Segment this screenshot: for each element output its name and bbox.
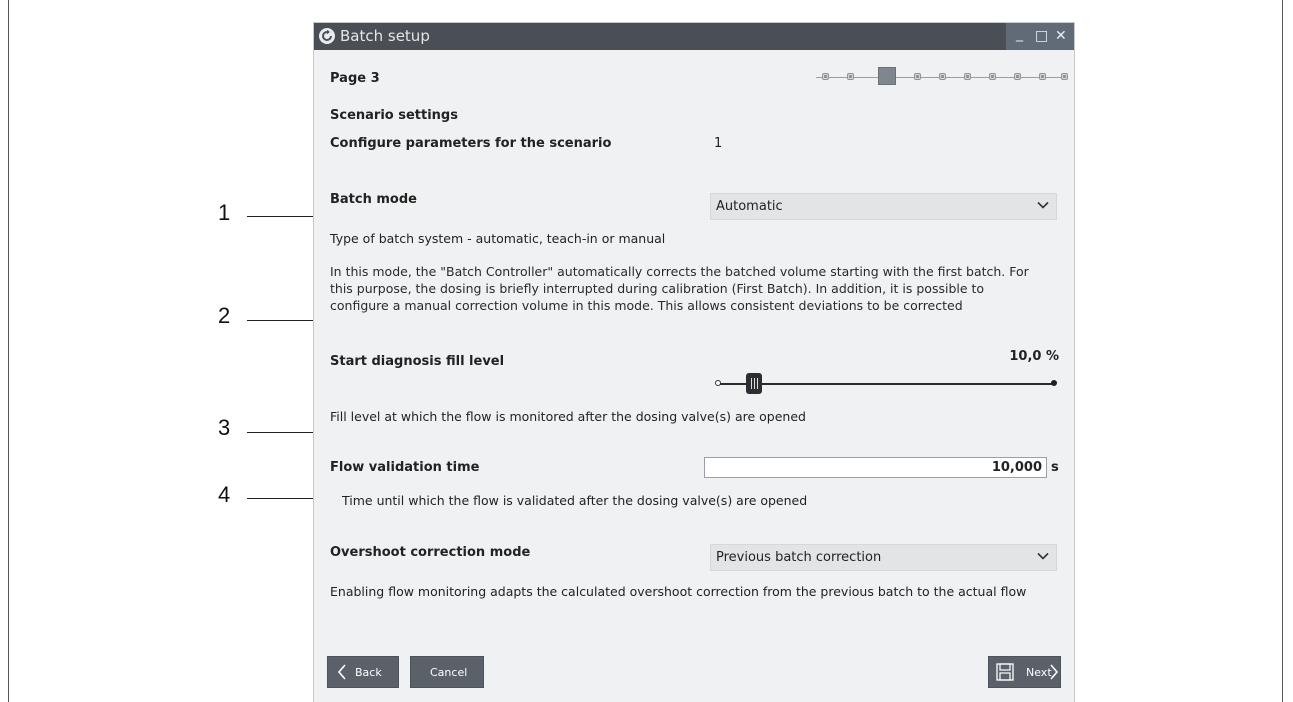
refresh-circle-icon [318,27,336,45]
chevron-down-icon [1036,549,1050,563]
overshoot-correction-help: Enabling flow monitoring adapts the calc… [330,584,1027,599]
back-button[interactable]: Back [327,656,399,688]
step-dot-4[interactable] [914,73,921,80]
batch-mode-dropdown[interactable]: Automatic [710,193,1057,220]
batch-setup-window: Batch setup _ □ ✕ Page 3 Scenario settin… [313,22,1075,702]
step-dot-7[interactable] [989,73,996,80]
close-button[interactable]: ✕ [1055,28,1067,44]
page-frame-left [8,0,9,702]
callout-2: 2 [218,303,231,328]
callout-1: 1 [218,200,231,225]
batch-mode-description-line-3: configure a manual correction volume in … [330,298,963,313]
start-diagnosis-label: Start diagnosis fill level [330,354,505,369]
maximize-button[interactable]: □ [1035,28,1048,44]
callout-3: 3 [218,415,231,440]
start-diagnosis-slider-track[interactable] [718,383,1054,385]
start-diagnosis-value: 10,0 % [1009,349,1059,364]
overshoot-correction-selected: Previous batch correction [716,550,882,565]
chevron-down-icon [1036,198,1050,212]
configure-parameters-label: Configure parameters for the scenario [330,136,612,151]
cancel-button-label: Cancel [430,666,468,679]
cancel-button[interactable]: Cancel [410,656,484,688]
chevron-left-icon [337,664,347,683]
title-bar[interactable]: Batch setup _ □ ✕ [314,23,1074,50]
step-dot-3-current[interactable] [878,67,896,85]
save-icon [996,663,1014,684]
overshoot-correction-label: Overshoot correction mode [330,545,531,560]
step-dot-10[interactable] [1061,73,1068,80]
flow-validation-input[interactable]: 10,000 [704,457,1047,478]
next-button-label: Next [1026,666,1052,679]
flow-validation-label: Flow validation time [330,460,480,475]
callout-4: 4 [218,482,231,507]
flow-validation-value: 10,000 [991,460,1042,475]
slider-min-marker [715,380,721,386]
step-dot-6[interactable] [964,73,971,80]
batch-mode-description-line-1: In this mode, the "Batch Controller" aut… [330,264,1029,279]
window-title: Batch setup [340,27,430,45]
overshoot-correction-dropdown[interactable]: Previous batch correction [710,544,1057,571]
slider-max-marker [1051,380,1057,386]
next-button[interactable]: Next [988,656,1061,688]
chevron-right-icon [1049,664,1059,683]
batch-mode-label: Batch mode [330,192,417,207]
page-stepper [812,67,1074,87]
window-controls: _ □ ✕ [1006,23,1074,50]
batch-mode-description: In this mode, the "Batch Controller" aut… [330,263,1050,314]
step-dot-1[interactable] [822,73,829,80]
batch-mode-help: Type of batch system - automatic, teach-… [330,231,666,246]
start-diagnosis-help: Fill level at which the flow is monitore… [330,409,806,424]
page-label: Page 3 [330,71,380,86]
page-frame-right [1282,0,1283,702]
flow-validation-help: Time until which the flow is validated a… [342,493,808,508]
back-button-label: Back [355,666,382,679]
flow-validation-unit: s [1051,460,1059,475]
step-dot-9[interactable] [1039,73,1046,80]
batch-mode-selected: Automatic [716,199,783,214]
step-dot-8[interactable] [1014,73,1021,80]
start-diagnosis-slider-thumb[interactable] [746,373,762,394]
batch-mode-description-line-2: this purpose, the dosing is briefly inte… [330,281,985,296]
step-dot-2[interactable] [847,73,854,80]
scenario-settings-heading: Scenario settings [330,108,458,123]
minimize-button[interactable]: _ [1016,26,1023,42]
scenario-number: 1 [714,136,723,151]
step-dot-5[interactable] [939,73,946,80]
